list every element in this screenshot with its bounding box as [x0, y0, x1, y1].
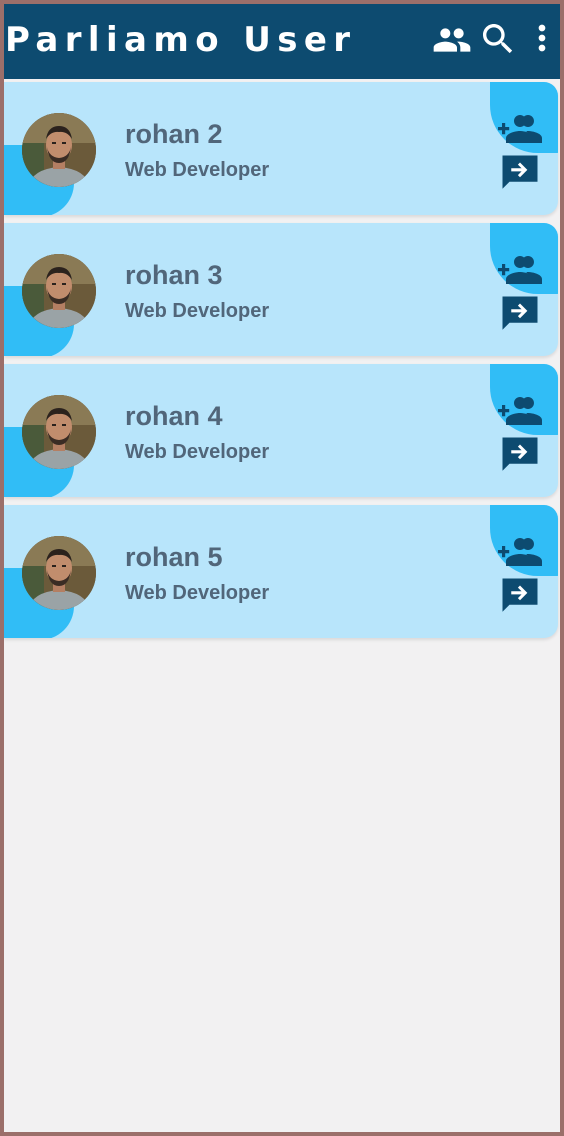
group-icon[interactable] — [432, 20, 472, 60]
user-name: rohan 2 — [125, 119, 223, 149]
app-screen: Parliamo User rohan 2 Web Developer roha… — [4, 4, 560, 1132]
open-chat-icon[interactable] — [499, 293, 541, 335]
open-chat-icon[interactable] — [499, 152, 541, 194]
add-friend-icon[interactable] — [496, 528, 544, 576]
avatar[interactable] — [22, 536, 96, 610]
user-card[interactable]: rohan 2 Web Developer — [4, 82, 558, 215]
open-chat-icon[interactable] — [499, 575, 541, 617]
user-role: Web Developer — [125, 582, 270, 604]
add-friend-icon[interactable] — [496, 246, 544, 294]
avatar[interactable] — [22, 254, 96, 328]
add-friend-icon[interactable] — [496, 387, 544, 435]
add-friend-icon[interactable] — [496, 105, 544, 153]
user-name: rohan 5 — [125, 542, 223, 572]
user-name: rohan 3 — [125, 260, 223, 290]
user-card[interactable]: rohan 5 Web Developer — [4, 505, 558, 638]
user-card[interactable]: rohan 4 Web Developer — [4, 364, 558, 497]
avatar[interactable] — [22, 395, 96, 469]
user-name: rohan 4 — [125, 401, 223, 431]
open-chat-icon[interactable] — [499, 434, 541, 476]
app-bar: Parliamo User — [4, 4, 560, 79]
avatar[interactable] — [22, 113, 96, 187]
user-role: Web Developer — [125, 159, 270, 181]
user-card[interactable]: rohan 3 Web Developer — [4, 223, 558, 356]
app-title: Parliamo User — [5, 20, 357, 60]
more-vert-icon[interactable] — [522, 18, 560, 58]
user-role: Web Developer — [125, 441, 270, 463]
user-role: Web Developer — [125, 300, 270, 322]
search-icon[interactable] — [478, 19, 518, 59]
